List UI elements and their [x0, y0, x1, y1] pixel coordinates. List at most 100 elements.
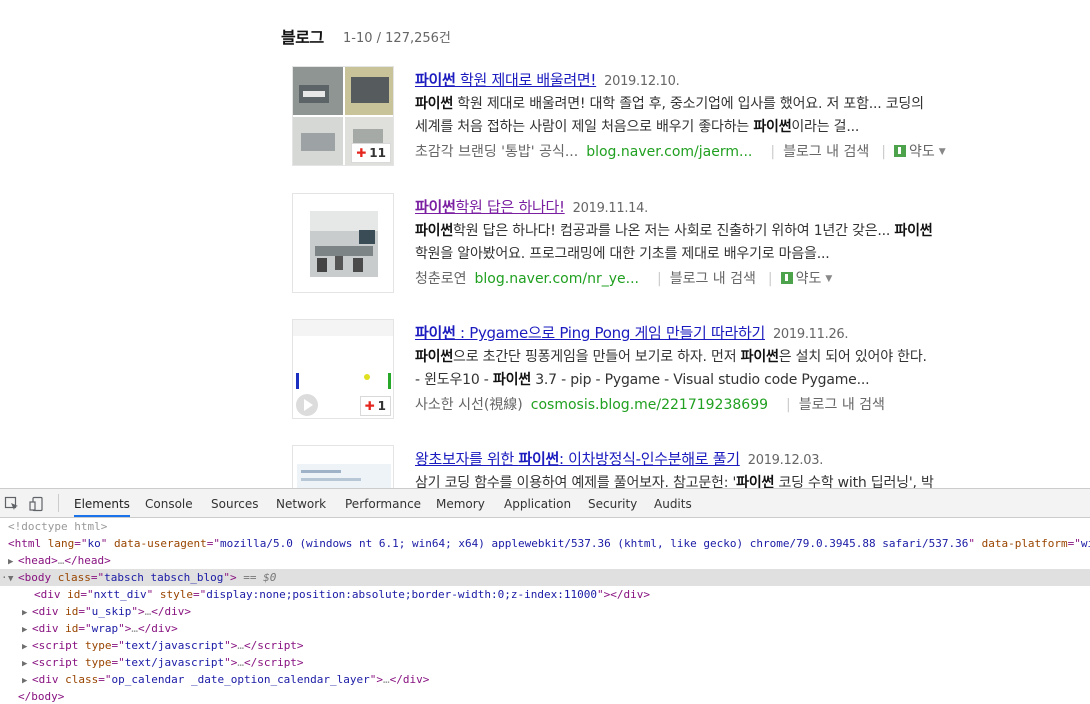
text-span: 삼기 코딩 함수를 이용하여 예제를 풀어보자. 참고문헌: ' — [415, 475, 737, 488]
blog-result: ✚ 11 파이썬 학원 제대로 배울려면! 2019.12.10. 파이썬 학원 제… — [292, 66, 1052, 171]
image-count: 1 — [377, 399, 386, 413]
dom-node-head[interactable]: ▶ <head>…</head> — [0, 552, 1090, 569]
devtools-tabbar: Elements Console Sources Network Perform… — [0, 489, 1090, 518]
attribute-value: mozilla/5.0 (windows nt 6.1; win64; x64)… — [219, 537, 969, 550]
result-thumbnail[interactable]: ✚ 1 — [292, 319, 394, 419]
attribute-value: text/javascript — [124, 639, 225, 652]
attribute-value: display:none;position:absolute;border-wi… — [206, 588, 597, 601]
result-title-link[interactable]: 파이썬 : Pygame으로 Ping Pong 게임 만들기 따라하기 — [415, 324, 765, 342]
tag-punct: =" — [98, 673, 112, 686]
tag-name: </script> — [243, 656, 304, 669]
dom-node-script[interactable]: ▶ <script type="text/javascript">…</scrip… — [0, 637, 1090, 654]
inspect-element-icon[interactable] — [4, 496, 20, 515]
dom-body-children: <div id="nxtt_div" style="display:none;p… — [0, 586, 1090, 688]
tag-punct: =" — [192, 588, 207, 601]
blog-url-link[interactable]: cosmosis.blog.me/221719238699 — [531, 397, 768, 413]
tab-console[interactable]: Console — [145, 489, 193, 517]
map-toggle[interactable]: 약도 ▼ — [893, 144, 946, 160]
search-in-blog-link[interactable]: 블로그 내 검색 — [670, 271, 756, 287]
highlighted-keyword: 파이썬 — [736, 475, 775, 488]
blog-name-link[interactable]: 초감각 브랜딩 '통밥' 공식... — [415, 144, 578, 160]
result-meta: 사소한 시선(視線) cosmosis.blog.me/221719238699 |… — [415, 394, 885, 414]
attribute-name: data-platform — [981, 537, 1068, 550]
result-thumbnail[interactable] — [292, 445, 394, 488]
tab-security[interactable]: Security — [588, 489, 637, 517]
dom-doctype[interactable]: <!doctype html> — [0, 518, 1090, 535]
result-title-link[interactable]: 파이썬학원 답은 하나다! — [415, 198, 565, 216]
tag-name: </div> — [389, 673, 430, 686]
tag-punct: =" — [111, 656, 125, 669]
tag-punct: =" — [1067, 537, 1081, 550]
tab-sources[interactable]: Sources — [211, 489, 258, 517]
result-title-link[interactable]: 파이썬 학원 제대로 배울려면! — [415, 71, 596, 89]
tab-performance[interactable]: Performance — [345, 489, 421, 517]
tab-memory[interactable]: Memory — [436, 489, 485, 517]
snippet-line: 학원을 알아봤어요. 프로그래밍에 대한 기초를 제대로 배우기로 마음을... — [415, 243, 1045, 266]
attribute-name: class — [65, 673, 99, 686]
result-snippet: 파이썬으로 초간단 핑퐁게임을 만들어 보기로 하자. 먼저 파이썬은 설치 되… — [415, 346, 1045, 392]
blog-name-link[interactable]: 청춘로연 — [415, 271, 467, 287]
dom-node-body[interactable]: ·· ▼ <body class="tabsch tabsch_blog"> == … — [0, 569, 1090, 586]
text-span: 학원 답은 하나다! — [455, 198, 565, 216]
dom-node-html[interactable]: <html lang="ko" data-useragent="mozilla/… — [0, 535, 1090, 552]
highlighted-keyword: 파이썬 — [740, 349, 779, 365]
tag-name: </div> — [151, 605, 191, 618]
dom-node-div[interactable]: ▶ <div id="wrap">…</div> — [0, 620, 1090, 637]
result-thumbnail[interactable] — [292, 193, 394, 293]
highlighted-keyword: 파이썬 — [753, 119, 792, 135]
more-dots-icon: ·· — [1, 571, 15, 584]
highlighted-keyword: 파이썬 — [415, 96, 454, 112]
search-in-blog-link[interactable]: 블로그 내 검색 — [783, 144, 869, 160]
result-date: 2019.12.10. — [604, 74, 680, 89]
result-meta: 초감각 브랜딩 '통밥' 공식... blog.naver.com/jaerm..… — [415, 141, 946, 161]
result-title-link[interactable]: 왕초보자를 위한 파이썬: 이차방정식-인수분해로 풀기 — [415, 450, 740, 468]
caret-down-icon: ▼ — [938, 147, 946, 157]
blog-url-link[interactable]: blog.naver.com/nr_ye... — [475, 271, 639, 287]
dom-node-div[interactable]: <div id="nxtt_div" style="display:none;p… — [0, 586, 1090, 603]
attribute-value: text/javascript — [124, 656, 225, 669]
highlighted-keyword: 파이썬 — [415, 71, 456, 89]
tag-name: </div> — [138, 622, 178, 635]
blog-name-link[interactable]: 사소한 시선(視線) — [415, 397, 523, 413]
result-snippet: 삼기 코딩 함수를 이용하여 예제를 풀어보자. 참고문헌: '파이썬 코딩 수… — [415, 472, 1045, 488]
tag-punct: =" — [111, 639, 125, 652]
tag-name: </head> — [64, 554, 111, 567]
result-date: 2019.11.26. — [772, 327, 849, 342]
tab-audits[interactable]: Audits — [654, 489, 692, 517]
text-span: 이라는 걸... — [791, 119, 860, 135]
tag-punct: " — [131, 605, 138, 618]
device-toolbar-icon[interactable] — [29, 496, 45, 515]
tag-punct: " — [224, 656, 231, 669]
dom-node-body-close[interactable]: </body> — [0, 688, 1090, 704]
divider: | — [786, 397, 791, 413]
tag-punct: =" — [74, 537, 88, 550]
map-toggle[interactable]: 약도 ▼ — [780, 271, 832, 287]
dom-tree: <!doctype html> <html lang="ko" data-use… — [0, 518, 1090, 704]
attribute-value: win — [1080, 537, 1090, 550]
search-in-blog-link[interactable]: 블로그 내 검색 — [799, 397, 885, 413]
attribute-name: id — [65, 605, 79, 618]
result-snippet: 파이썬 학원 제대로 배울려면! 대학 졸업 후, 중소기업에 입사를 했어요.… — [415, 93, 1045, 139]
snippet-line: 삼기 코딩 함수를 이용하여 예제를 풀어보자. 참고문헌: '파이썬 코딩 수… — [415, 472, 1045, 488]
dom-node-script[interactable]: ▶ <script type="text/javascript">…</scrip… — [0, 654, 1090, 671]
ellipsis: … — [383, 673, 390, 686]
doctype-text: <!doctype html> — [8, 520, 108, 533]
result-title: 파이썬 학원 제대로 배울려면! 2019.12.10. — [415, 69, 680, 90]
tab-elements[interactable]: Elements — [74, 489, 130, 517]
text-span: 왕초보자를 위한 — [415, 450, 519, 468]
blog-url-link[interactable]: blog.naver.com/jaerm... — [586, 144, 752, 160]
attribute-value: tabsch tabsch_blog — [104, 571, 224, 584]
tab-network[interactable]: Network — [276, 489, 326, 517]
attribute-name: type — [84, 656, 112, 669]
result-thumbnail[interactable]: ✚ 11 — [292, 66, 394, 166]
dom-node-div[interactable]: ▶ <div id="u_skip">…</div> — [0, 603, 1090, 620]
dom-node-div[interactable]: ▶ <div class="op_calendar _date_option_ca… — [0, 671, 1090, 688]
tag-punct: =" — [206, 537, 220, 550]
divider: | — [767, 271, 773, 287]
map-icon — [893, 145, 906, 157]
highlighted-keyword: 파이썬 — [415, 349, 454, 365]
section-title: 블로그 — [281, 28, 324, 47]
attribute-name: class — [57, 571, 91, 584]
attribute-value: nxtt_div — [93, 588, 147, 601]
tab-application[interactable]: Application — [504, 489, 571, 517]
